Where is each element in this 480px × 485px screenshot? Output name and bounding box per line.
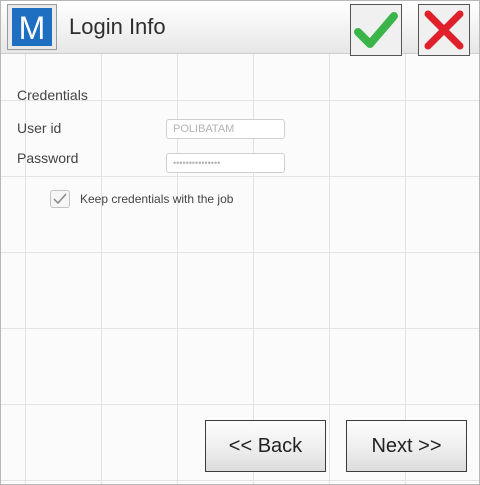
logo-letter: M xyxy=(19,10,46,46)
page-title: Login Info xyxy=(69,14,166,39)
password-input[interactable] xyxy=(166,153,285,173)
next-button[interactable]: Next >> xyxy=(346,420,467,472)
wizard-window: M Login Info Credentials User id Passwor… xyxy=(0,0,480,485)
keep-credentials-label: Keep credentials with the job xyxy=(80,192,234,206)
header-bar: M Login Info xyxy=(1,1,479,56)
credentials-section-label: Credentials xyxy=(17,87,88,103)
logo-m-icon: M xyxy=(12,8,52,46)
user-id-label: User id xyxy=(17,120,62,136)
keep-credentials-checkbox[interactable] xyxy=(50,190,70,208)
cancel-button[interactable] xyxy=(418,4,470,56)
check-icon xyxy=(53,193,67,205)
back-button[interactable]: << Back xyxy=(205,420,326,472)
user-id-input[interactable] xyxy=(166,119,285,139)
app-logo: M xyxy=(7,4,57,50)
ok-button[interactable] xyxy=(350,4,402,56)
checkmark-icon xyxy=(354,12,398,48)
password-label: Password xyxy=(17,150,79,166)
close-icon xyxy=(424,10,464,50)
